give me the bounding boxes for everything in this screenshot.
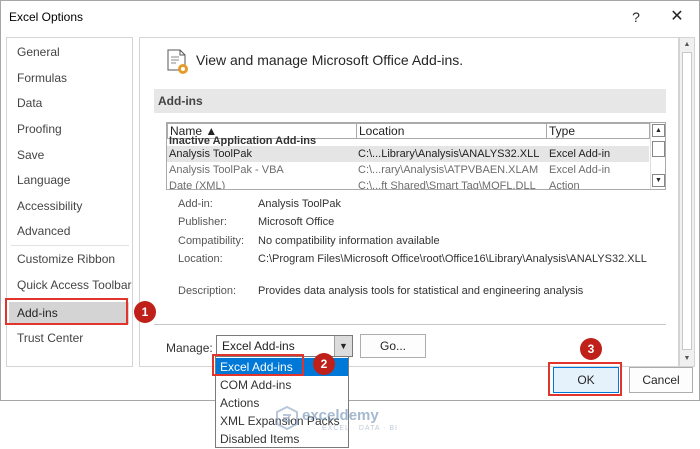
title-bar: Excel Options ? ✕	[1, 1, 699, 33]
table-row[interactable]: Analysis ToolPak - VBA C:\...rary\Analys…	[167, 162, 649, 178]
highlight-excel-add-ins	[212, 354, 304, 376]
go-button[interactable]: Go...	[360, 334, 426, 358]
detail-label-description: Description:	[178, 285, 237, 297]
highlight-ok	[548, 362, 622, 396]
scroll-down-arrow-icon[interactable]: ▼	[652, 174, 665, 187]
nav-separator	[11, 245, 129, 246]
add-ins-panel: View and manage Microsoft Office Add-ins…	[139, 37, 679, 367]
detail-label-addin: Add-in:	[178, 198, 213, 210]
detail-value-compatibility: No compatibility information available	[258, 235, 440, 247]
highlight-add-ins	[5, 298, 128, 325]
row-type: Action	[549, 180, 580, 190]
table-scrollbar[interactable]: ▲ ▼	[650, 123, 665, 189]
nav-item-accessibility[interactable]: Accessibility	[17, 195, 82, 217]
nav-item-general[interactable]: General	[17, 41, 60, 63]
row-type: Excel Add-in	[549, 164, 611, 176]
detail-value-addin: Analysis ToolPak	[258, 198, 341, 210]
nav-item-language[interactable]: Language	[17, 169, 70, 191]
watermark-name: exceldemy	[302, 407, 379, 424]
table-row[interactable]: Analysis ToolPak C:\...Library\Analysis\…	[167, 146, 649, 162]
scroll-up-arrow-icon[interactable]: ▲	[681, 39, 693, 51]
watermark-tagline: EXCEL · DATA · BI	[322, 425, 398, 432]
close-button[interactable]: ✕	[663, 7, 691, 27]
option-com-add-ins[interactable]: COM Add-ins	[216, 376, 348, 394]
exceldemy-logo-icon	[276, 406, 298, 430]
add-ins-table: Name ▲ Location Type Inactive Applicatio…	[166, 122, 666, 190]
row-name: Analysis ToolPak - VBA	[169, 164, 284, 176]
row-location: C:\...ft Shared\Smart Tag\MOFL.DLL	[358, 180, 536, 190]
row-name: Date (XML)	[169, 180, 226, 190]
nav-item-formulas[interactable]: Formulas	[17, 67, 67, 89]
table-row[interactable]: Date (XML) C:\...ft Shared\Smart Tag\MOF…	[167, 178, 649, 190]
add-ins-gear-icon	[167, 49, 188, 74]
dropdown-arrow-icon[interactable]: ▼	[334, 336, 352, 356]
row-type: Excel Add-in	[549, 148, 611, 160]
panel-scrollbar[interactable]: ▲ ▼	[679, 37, 695, 367]
nav-item-quick-access-toolbar[interactable]: Quick Access Toolbar	[17, 274, 132, 296]
step-badge-2: 2	[313, 353, 335, 375]
scroll-thumb[interactable]	[682, 52, 692, 350]
exceldemy-watermark: exceldemy EXCEL · DATA · BI	[276, 404, 426, 434]
nav-item-trust-center[interactable]: Trust Center	[17, 327, 83, 349]
detail-value-description: Provides data analysis tools for statist…	[258, 285, 584, 297]
row-location: C:\...rary\Analysis\ATPVBAEN.XLAM	[358, 164, 539, 176]
panel-header: View and manage Microsoft Office Add-ins…	[196, 52, 464, 68]
scroll-down-arrow-icon[interactable]: ▼	[681, 353, 693, 365]
section-bar: Add-ins	[154, 89, 666, 113]
scroll-thumb[interactable]	[652, 141, 665, 157]
nav-item-advanced[interactable]: Advanced	[17, 220, 70, 242]
nav-item-save[interactable]: Save	[17, 144, 44, 166]
row-name: Analysis ToolPak	[169, 148, 252, 160]
group-label: Inactive Application Add-ins	[169, 136, 317, 146]
manage-label: Manage:	[166, 341, 213, 355]
cancel-button[interactable]: Cancel	[629, 367, 693, 393]
step-badge-1: 1	[134, 301, 156, 323]
table-group-row: Inactive Application Add-ins	[167, 136, 649, 146]
detail-value-location: C:\Program Files\Microsoft Office\root\O…	[258, 253, 647, 265]
detail-label-compatibility: Compatibility:	[178, 235, 245, 247]
section-title: Add-ins	[158, 94, 203, 108]
help-button[interactable]: ?	[626, 7, 646, 27]
detail-value-publisher: Microsoft Office	[258, 216, 335, 228]
manage-selected-value: Excel Add-ins	[222, 339, 295, 353]
step-badge-3: 3	[580, 338, 602, 360]
detail-label-location: Location:	[178, 253, 223, 265]
nav-item-customize-ribbon[interactable]: Customize Ribbon	[17, 248, 115, 270]
scroll-up-arrow-icon[interactable]: ▲	[652, 124, 665, 137]
row-location: C:\...Library\Analysis\ANALYS32.XLL	[358, 148, 540, 160]
nav-item-data[interactable]: Data	[17, 92, 42, 114]
nav-item-proofing[interactable]: Proofing	[17, 118, 62, 140]
dialog-title: Excel Options	[9, 10, 84, 24]
detail-label-publisher: Publisher:	[178, 216, 227, 228]
panel-divider	[154, 324, 666, 325]
